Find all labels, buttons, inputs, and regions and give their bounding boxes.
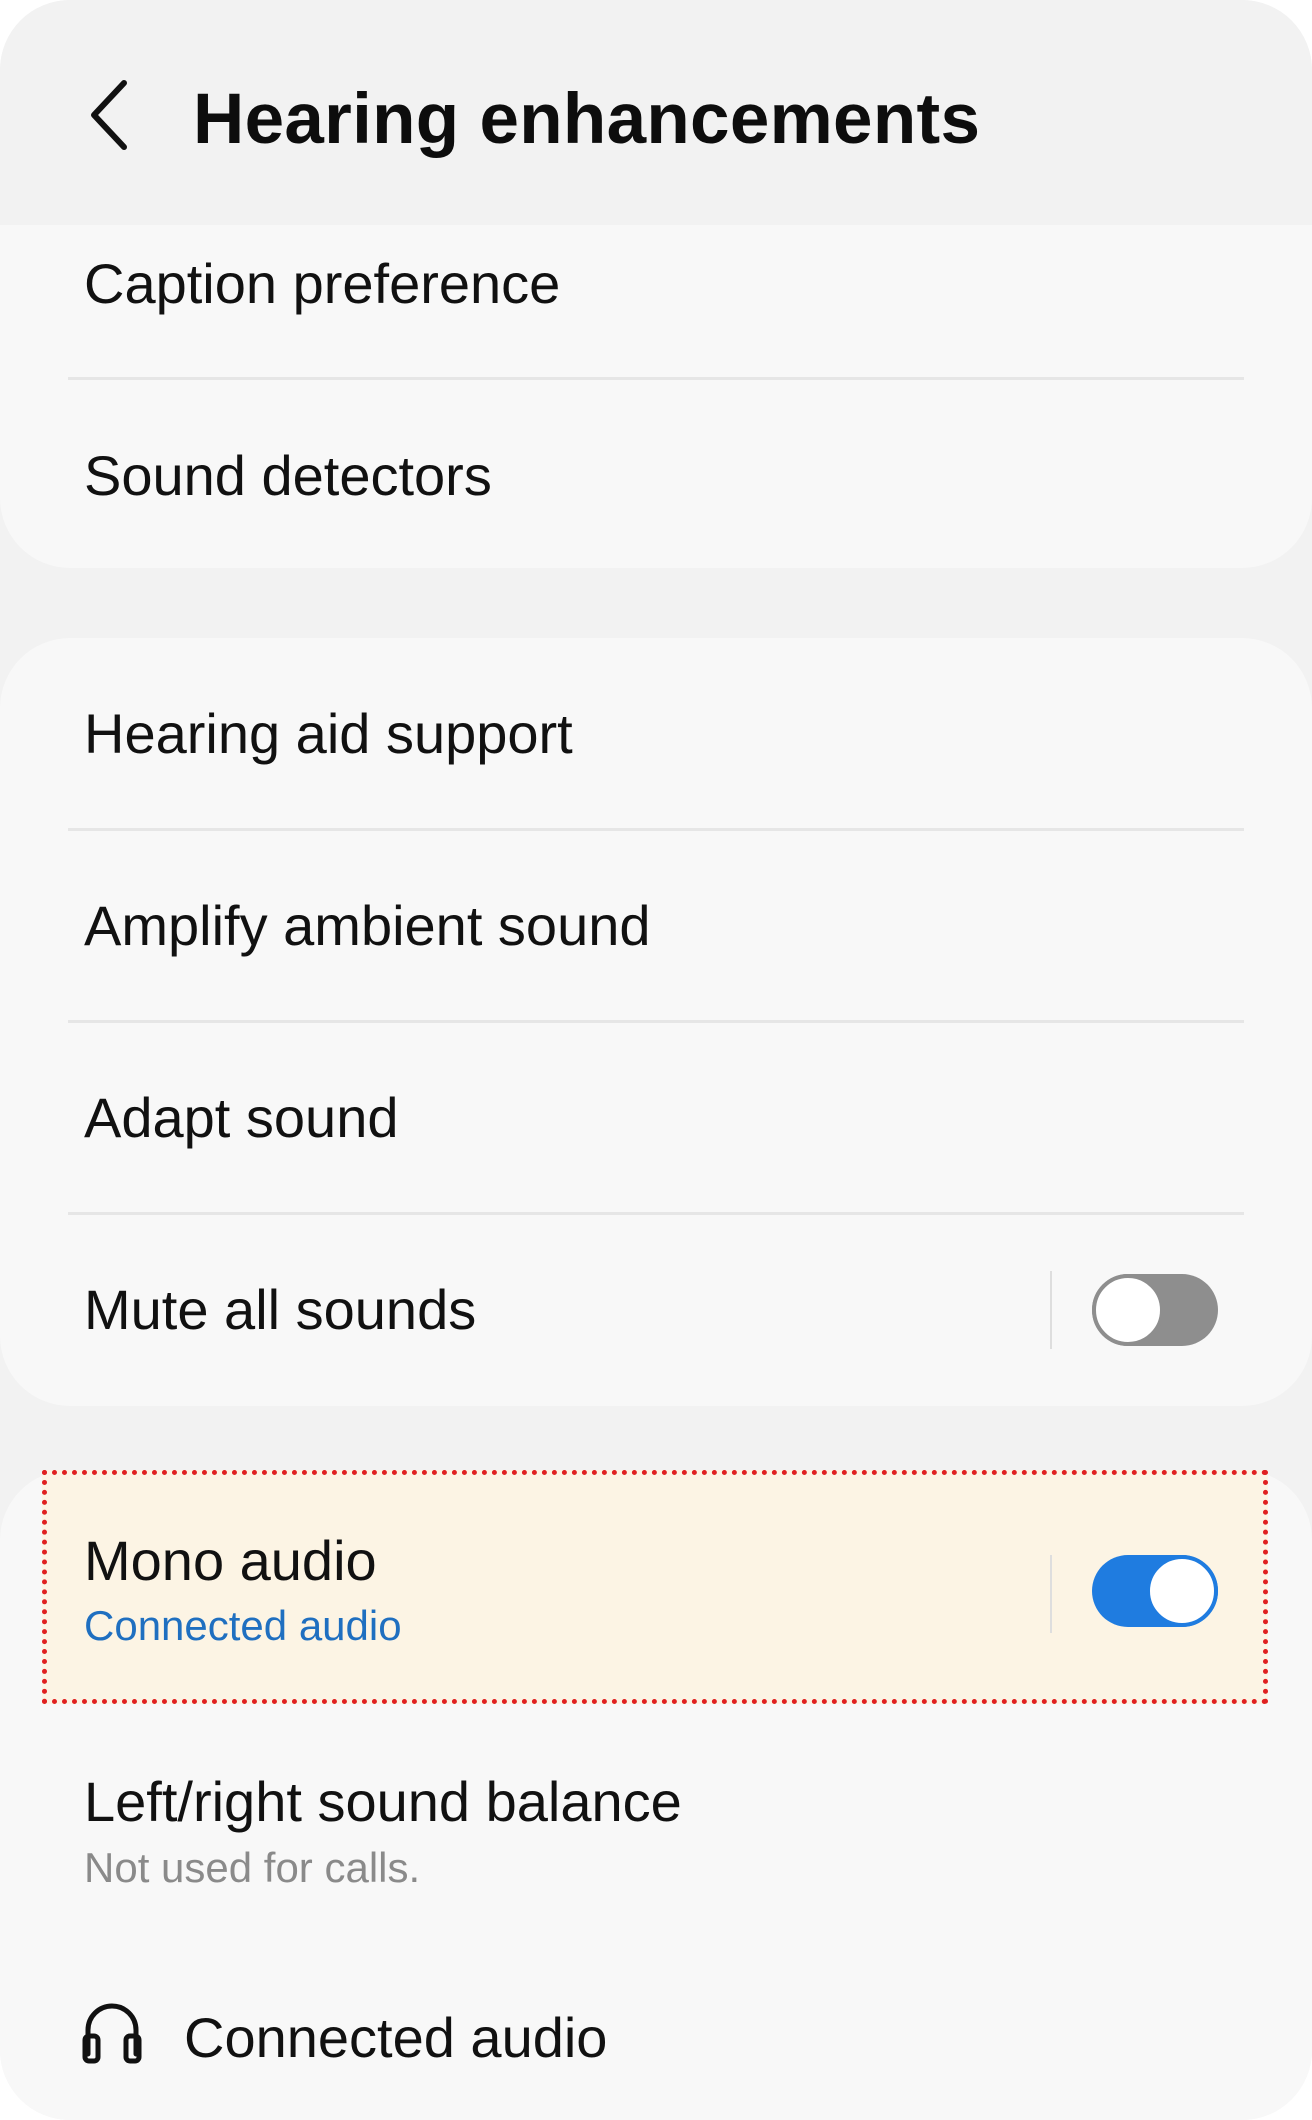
settings-screen: Hearing enhancements Caption preference … bbox=[0, 0, 1312, 2120]
list-item-label: Caption preference bbox=[84, 252, 561, 315]
list-item-label: Hearing aid support bbox=[84, 702, 573, 765]
list-item-amplify-ambient-sound[interactable]: Amplify ambient sound bbox=[0, 830, 1312, 1020]
vertical-separator bbox=[1050, 1555, 1052, 1633]
mute-all-sounds-toggle[interactable] bbox=[1092, 1274, 1218, 1346]
list-item-label: Adapt sound bbox=[84, 1086, 399, 1149]
list-item-subtitle: Connected audio bbox=[84, 1602, 402, 1649]
page-title: Hearing enhancements bbox=[193, 80, 981, 159]
list-item-label: Mono audio bbox=[84, 1529, 377, 1592]
toggle-knob bbox=[1092, 1274, 1164, 1346]
list-item-label: Amplify ambient sound bbox=[84, 894, 651, 957]
settings-group-2: Hearing aid support Amplify ambient soun… bbox=[0, 638, 1312, 1406]
mono-audio-toggle[interactable] bbox=[1092, 1555, 1218, 1627]
app-bar: Hearing enhancements bbox=[0, 0, 1312, 225]
list-item-caption-preference[interactable]: Caption preference bbox=[0, 225, 1312, 380]
list-item-adapt-sound[interactable]: Adapt sound bbox=[0, 1022, 1312, 1212]
list-item-connected-audio[interactable]: Connected audio bbox=[0, 1940, 1312, 2120]
settings-group-1: Caption preference Sound detectors bbox=[0, 225, 1312, 568]
list-item-label: Connected audio bbox=[184, 2006, 608, 2069]
back-button[interactable] bbox=[70, 70, 150, 160]
list-item-mute-all-sounds[interactable]: Mute all sounds bbox=[0, 1214, 1312, 1406]
chevron-left-icon bbox=[91, 80, 127, 150]
toggle-knob bbox=[1146, 1555, 1218, 1627]
list-item-label: Left/right sound balance bbox=[84, 1770, 682, 1833]
list-item-mono-audio[interactable]: Mono audio Connected audio bbox=[0, 1470, 1312, 1704]
list-item-subtitle: Not used for calls. bbox=[84, 1844, 421, 1891]
list-item-label: Sound detectors bbox=[84, 444, 492, 507]
list-item-left-right-sound-balance[interactable]: Left/right sound balance Not used for ca… bbox=[0, 1704, 1312, 1914]
vertical-separator bbox=[1050, 1271, 1052, 1349]
list-item-sound-detectors[interactable]: Sound detectors bbox=[0, 380, 1312, 568]
headphones-icon bbox=[82, 2003, 142, 2064]
list-item-hearing-aid-support[interactable]: Hearing aid support bbox=[0, 638, 1312, 828]
list-item-label: Mute all sounds bbox=[84, 1278, 477, 1341]
